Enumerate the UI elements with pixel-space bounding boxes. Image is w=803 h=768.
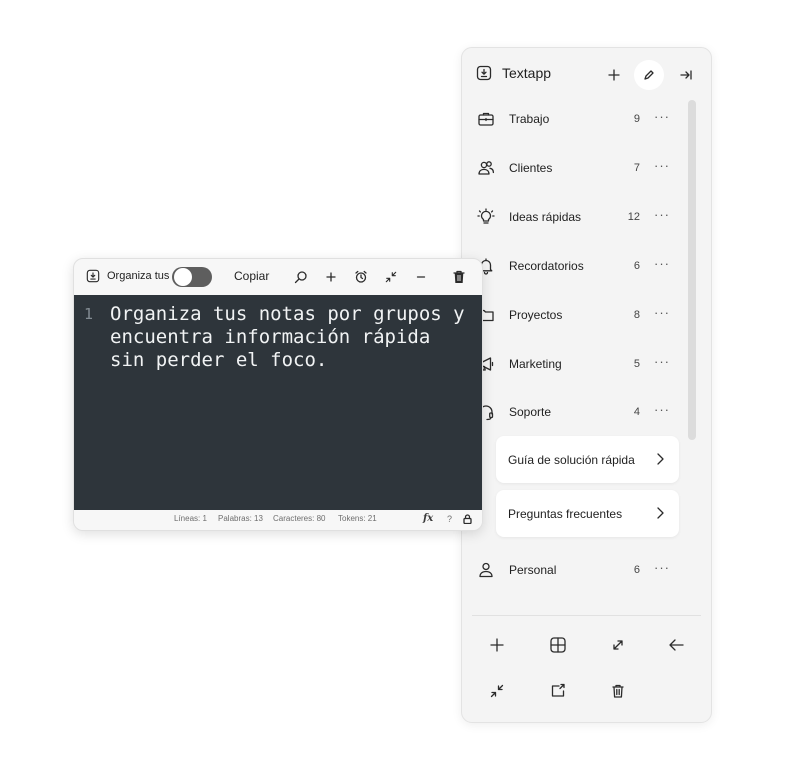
export-button[interactable] [541, 674, 575, 708]
subitem-preguntas-frecuentes[interactable]: Preguntas frecuentes [496, 490, 679, 537]
sidebar-item-label: Marketing [509, 357, 562, 371]
word-count: Palabras: 13 [218, 514, 263, 523]
char-count: Caracteres: 80 [273, 514, 326, 523]
more-options-button[interactable]: ··· [654, 256, 670, 271]
minimize-button[interactable] [410, 266, 432, 288]
briefcase-icon [477, 110, 495, 128]
item-count: 12 [627, 211, 640, 223]
item-count: 5 [633, 358, 640, 370]
alarm-clock-icon[interactable] [350, 266, 372, 288]
subitem-label: Preguntas frecuentes [508, 507, 623, 521]
textapp-logo-icon [86, 269, 100, 283]
item-count: 9 [633, 113, 640, 125]
line-number: 1 [84, 305, 94, 323]
grid-view-button[interactable] [541, 628, 575, 662]
sidebar-item-label: Trabajo [509, 112, 550, 126]
collapse-window-button[interactable] [380, 266, 402, 288]
person-icon [477, 561, 495, 579]
editor-toolbar: Organiza tus n Copiar [74, 259, 482, 294]
sidebar-item-proyectos[interactable]: Proyectos 8 ··· [462, 296, 694, 336]
sidebar-panel: Textapp Trabajo 9 ··· Clientes 7 ··· Ide… [461, 47, 712, 723]
item-count: 6 [633, 260, 640, 272]
collapse-button[interactable] [480, 674, 514, 708]
sidebar-item-label: Proyectos [509, 308, 563, 322]
editor-window: Organiza tus n Copiar 1 Organiza tus not… [73, 258, 483, 531]
editor-title: Organiza tus n [107, 270, 175, 282]
copy-button[interactable]: Copiar [234, 269, 269, 283]
item-count: 6 [633, 564, 640, 576]
sidebar-item-clientes[interactable]: Clientes 7 ··· [462, 149, 694, 189]
item-count: 8 [633, 309, 640, 321]
status-bar: Líneas: 1 Palabras: 13 Caracteres: 80 To… [74, 510, 482, 530]
more-options-button[interactable]: ··· [654, 354, 670, 369]
chevron-right-icon [655, 506, 665, 520]
sidebar-item-ideas-rapidas[interactable]: Ideas rápidas 12 ··· [462, 198, 694, 238]
collapse-sidebar-button[interactable] [671, 60, 701, 90]
toggle-switch[interactable] [172, 267, 212, 287]
app-title: Textapp [502, 65, 552, 81]
sidebar-item-label: Ideas rápidas [509, 210, 582, 224]
item-count: 7 [633, 162, 640, 174]
more-options-button[interactable]: ··· [654, 560, 670, 575]
sidebar-header: Textapp [462, 48, 711, 100]
sidebar-item-label: Clientes [509, 161, 553, 175]
item-count: 4 [633, 406, 640, 418]
expand-button[interactable] [601, 628, 635, 662]
more-options-button[interactable]: ··· [654, 109, 670, 124]
lightbulb-icon [477, 208, 495, 226]
lock-icon[interactable] [463, 514, 472, 524]
sidebar-item-label: Soporte [509, 405, 552, 419]
editor-text-area[interactable]: 1 Organiza tus notas por grupos y encuen… [74, 295, 482, 510]
textapp-logo-icon [476, 65, 492, 81]
add-group-button[interactable] [480, 628, 514, 662]
more-options-button[interactable]: ··· [654, 402, 670, 417]
add-button[interactable] [320, 266, 342, 288]
delete-button[interactable] [601, 674, 635, 708]
subitem-label: Guía de solución rápida [508, 453, 635, 467]
token-count: Tokens: 21 [338, 514, 377, 523]
more-options-button[interactable]: ··· [654, 158, 670, 173]
back-arrow-button[interactable] [659, 628, 693, 662]
sidebar-item-trabajo[interactable]: Trabajo 9 ··· [462, 100, 694, 140]
chevron-right-icon [655, 452, 665, 466]
divider [472, 615, 701, 616]
sidebar-item-soporte[interactable]: Soporte 4 ··· [462, 393, 694, 433]
help-button[interactable]: ? [447, 514, 452, 524]
subitem-guia-solucion-rapida[interactable]: Guía de solución rápida [496, 436, 679, 483]
sidebar-item-label: Recordatorios [509, 259, 584, 273]
formula-button[interactable]: fx [423, 513, 433, 524]
note-content[interactable]: Organiza tus notas por grupos y encuentr… [110, 303, 476, 372]
toggle-knob [174, 268, 192, 286]
users-icon [477, 159, 495, 177]
sidebar-item-recordatorios[interactable]: Recordatorios 6 ··· [462, 247, 694, 287]
edit-button[interactable] [634, 60, 664, 90]
more-options-button[interactable]: ··· [654, 207, 670, 222]
more-options-button[interactable]: ··· [654, 305, 670, 320]
add-note-button[interactable] [599, 60, 629, 90]
search-button[interactable] [290, 266, 312, 288]
sidebar-item-marketing[interactable]: Marketing 5 ··· [462, 345, 694, 385]
sidebar-item-label: Personal [509, 563, 557, 577]
line-count: Líneas: 1 [174, 514, 207, 523]
trash-icon[interactable] [448, 266, 470, 288]
sidebar-item-personal[interactable]: Personal 6 ··· [462, 551, 694, 591]
